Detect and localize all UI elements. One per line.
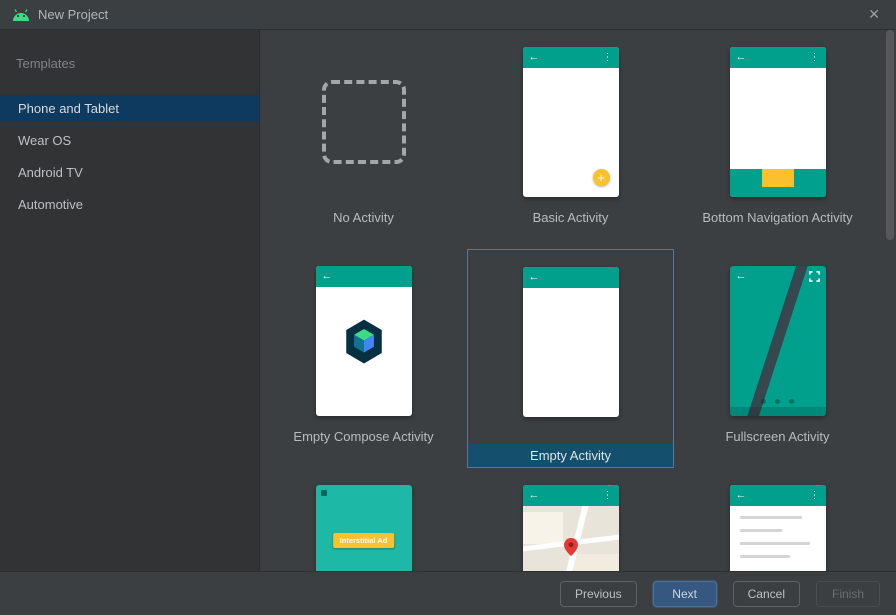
next-button[interactable]: Next	[652, 580, 717, 607]
overflow-menu-icon: ⋮	[602, 489, 613, 501]
placeholder-line	[739, 529, 782, 532]
template-label-bottom-navigation-activity: Bottom Navigation Activity	[702, 210, 853, 225]
template-label-fullscreen-activity: Fullscreen Activity	[725, 429, 830, 444]
app-bar: ←	[730, 266, 826, 287]
card-preview: ← ⋮	[729, 47, 826, 197]
cancel-button[interactable]: Cancel	[732, 580, 800, 607]
phone-mockup: ←	[522, 267, 619, 417]
fullscreen-expand-icon	[808, 271, 820, 282]
app-bar: ← ⋮	[729, 47, 826, 68]
dialog-title: New Project	[38, 7, 109, 22]
back-arrow-icon: ←	[528, 51, 540, 63]
diagonal-stripe	[740, 266, 814, 416]
map-block	[572, 554, 619, 571]
phone-mockup: ← ⋮	[522, 485, 619, 571]
no-activity-placeholder-icon	[321, 80, 406, 164]
phone-mockup: ← ⋮ +	[522, 47, 619, 197]
phone-mockup: ←	[315, 266, 412, 416]
template-card-login-activity[interactable]: ← ⋮	[674, 468, 881, 571]
compose-logo-wrap	[343, 319, 385, 370]
sidebar-item-automotive[interactable]: Automotive	[0, 191, 259, 218]
card-preview	[321, 47, 406, 197]
template-card-no-activity[interactable]: No Activity	[260, 30, 467, 249]
map-block	[522, 512, 563, 544]
vertical-scrollbar-thumb[interactable]	[886, 30, 894, 240]
phone-mockup: ← ⋮	[729, 485, 826, 571]
nav-base-bar	[729, 187, 826, 197]
templates-sidebar: Templates Phone and Tablet Wear OS Andro…	[0, 30, 260, 571]
template-card-empty-compose-activity[interactable]: ← Empty Compose Activity	[260, 249, 467, 468]
previous-button[interactable]: Previous	[559, 580, 637, 607]
placeholder-line	[739, 516, 802, 519]
phone-mockup: Interstitial Ad	[315, 485, 412, 571]
template-gallery: No Activity ← ⋮ + Basic Activity ← ⋮ Bot…	[260, 30, 896, 571]
compose-logo-icon	[345, 319, 382, 364]
android-logo-icon	[13, 8, 29, 21]
app-bar: ←	[315, 266, 412, 287]
dialog-footer: Previous Next Cancel Finish	[0, 571, 896, 615]
card-preview: ←	[522, 267, 619, 417]
page-indicator-dots	[730, 399, 826, 404]
app-bar: ← ⋮	[522, 485, 619, 506]
back-arrow-icon: ←	[735, 270, 747, 282]
status-dot	[320, 490, 327, 496]
map-pin-icon	[563, 538, 578, 561]
dialog-titlebar: New Project ✕	[0, 0, 896, 30]
nav-segment	[729, 169, 762, 187]
placeholder-line	[739, 542, 810, 545]
card-preview: ← ⋮ +	[522, 47, 619, 197]
card-preview: ←	[729, 266, 826, 416]
app-bar: ←	[522, 267, 619, 288]
interstitial-ad-button: Interstitial Ad	[332, 533, 395, 548]
bottom-nav-bar	[729, 169, 826, 197]
back-arrow-icon: ←	[528, 489, 540, 501]
sidebar-item-phone-and-tablet[interactable]: Phone and Tablet	[0, 95, 259, 122]
back-arrow-icon: ←	[735, 51, 747, 63]
card-preview: ←	[315, 266, 412, 416]
card-preview: ← ⋮	[729, 485, 826, 571]
map-preview	[522, 506, 619, 571]
sidebar-item-android-tv[interactable]: Android TV	[0, 159, 259, 186]
template-grid: No Activity ← ⋮ + Basic Activity ← ⋮ Bot…	[260, 30, 896, 571]
overflow-menu-icon: ⋮	[602, 51, 613, 63]
template-card-basic-activity[interactable]: ← ⋮ + Basic Activity	[467, 30, 674, 249]
dialog-body: Templates Phone and Tablet Wear OS Andro…	[0, 30, 896, 571]
app-bar: ← ⋮	[729, 485, 826, 506]
card-preview: ← ⋮	[522, 485, 619, 571]
overflow-menu-icon: ⋮	[809, 51, 820, 63]
close-icon[interactable]: ✕	[864, 6, 884, 23]
back-arrow-icon: ←	[735, 489, 747, 501]
template-card-google-maps-activity[interactable]: ← ⋮	[467, 468, 674, 571]
template-card-bottom-navigation-activity[interactable]: ← ⋮ Bottom Navigation Activity	[674, 30, 881, 249]
phone-mockup: ← ⋮	[729, 47, 826, 197]
app-bar: ← ⋮	[522, 47, 619, 68]
template-card-admob-ads-activity[interactable]: Interstitial Ad	[260, 468, 467, 571]
back-arrow-icon: ←	[321, 270, 333, 282]
overflow-menu-icon: ⋮	[809, 489, 820, 501]
placeholder-line	[739, 555, 790, 558]
back-arrow-icon: ←	[528, 271, 540, 283]
bottom-shade-bar	[729, 407, 826, 416]
phone-mockup: ←	[729, 266, 826, 416]
template-card-fullscreen-activity[interactable]: ← Fullscreen Activity	[674, 249, 881, 468]
card-preview: Interstitial Ad	[315, 485, 412, 571]
sidebar-item-wear-os[interactable]: Wear OS	[0, 127, 259, 154]
nav-segment-selected	[761, 169, 794, 187]
fab-plus-icon: +	[592, 169, 610, 186]
new-project-dialog: New Project ✕ Templates Phone and Tablet…	[0, 0, 896, 615]
template-label-basic-activity: Basic Activity	[532, 210, 609, 225]
template-card-empty-activity[interactable]: ← Empty Activity	[467, 249, 674, 468]
nav-segment	[793, 169, 826, 187]
template-label-empty-compose-activity: Empty Compose Activity	[293, 429, 434, 444]
finish-button[interactable]: Finish	[816, 580, 880, 607]
template-label-empty-activity: Empty Activity	[468, 444, 673, 467]
template-label-no-activity: No Activity	[333, 210, 394, 225]
sidebar-header: Templates	[16, 56, 76, 71]
bottom-nav-segments	[729, 169, 826, 187]
